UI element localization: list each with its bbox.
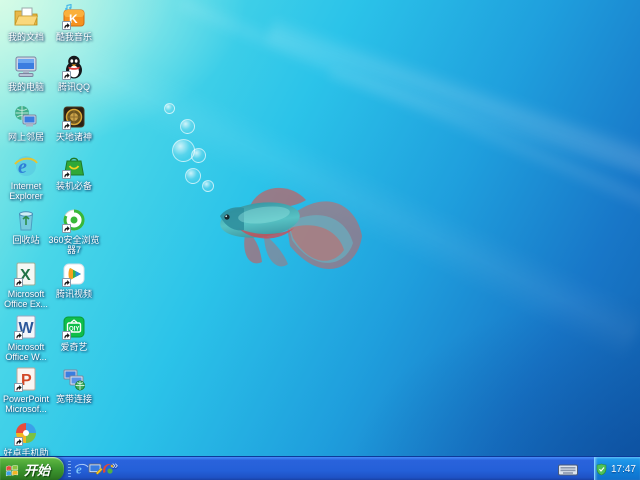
shortcut-arrow-icon <box>62 331 71 340</box>
recycle-bin-icon <box>13 207 39 233</box>
start-button[interactable]: 开始 <box>0 457 64 480</box>
icon-label: 爱奇艺 <box>60 342 88 352</box>
tiandi-zhushen-game-icon <box>61 104 87 130</box>
word-icon: W <box>13 314 39 340</box>
svg-text:e: e <box>76 462 82 477</box>
desktop-icon-360-browser[interactable]: 360安全浏览 器7 <box>48 207 100 255</box>
icon-label: 网上邻居 <box>7 132 44 142</box>
shortcut-arrow-icon <box>14 437 23 446</box>
internet-explorer-icon: e <box>13 153 39 179</box>
iqiyi-icon: QIY <box>61 314 87 340</box>
desktop-icon-zhuangji-bibei[interactable]: 装机必备 <box>48 153 100 191</box>
kuwo-music-icon: K <box>61 4 87 30</box>
zhuangji-bibei-icon <box>61 153 87 179</box>
excel-icon: X <box>13 261 39 287</box>
haozhuo-phone-assistant-icon <box>13 420 39 446</box>
shortcut-arrow-icon <box>62 71 71 80</box>
desktop-icon-my-network-places[interactable]: 网上邻居 <box>0 104 52 142</box>
shortcut-arrow-icon <box>14 383 23 392</box>
desktop-icon-my-computer[interactable]: 我的电脑 <box>0 54 52 92</box>
keyboard-icon[interactable] <box>558 463 578 480</box>
desktop-icon-iqiyi[interactable]: QIY 爱奇艺 <box>48 314 100 352</box>
taskbar: 开始 e » 17:47 <box>0 456 640 480</box>
tray-clock[interactable]: 17:47 <box>611 464 636 475</box>
icon-label: 腾讯视频 <box>55 289 92 299</box>
powerpoint-icon: P <box>13 366 39 392</box>
desktop-icon-kuwo-music[interactable]: K 酷我音乐 <box>48 4 100 42</box>
desktop-icon-broadband-connection[interactable]: 宽带连接 <box>48 366 100 404</box>
my-computer-icon <box>13 54 39 80</box>
tencent-video-icon <box>61 261 87 287</box>
desktop-icon-tencent-video[interactable]: 腾讯视频 <box>48 261 100 299</box>
desktop-icon-my-documents[interactable]: 我的文档 <box>0 4 52 42</box>
start-button-label: 开始 <box>24 462 51 478</box>
safety-tray-icon[interactable] <box>595 463 608 476</box>
shortcut-arrow-icon <box>62 21 71 30</box>
desktop-icon-excel[interactable]: X Microsoft Office Ex... <box>0 261 52 309</box>
quick-launch-handle[interactable] <box>68 461 71 477</box>
icon-label: 360安全浏览 器7 <box>48 235 100 255</box>
system-tray: 17:47 <box>594 457 640 480</box>
ie-quicklaunch-icon[interactable]: e <box>74 461 89 477</box>
shortcut-arrow-icon <box>14 278 23 287</box>
icon-label: PowerPoint Microsof... <box>2 394 50 414</box>
icon-label: 回收站 <box>12 235 40 245</box>
desktop-icon-powerpoint[interactable]: P PowerPoint Microsof... <box>0 366 52 414</box>
icon-label: 天地诸神 <box>55 132 92 142</box>
icon-label: 腾讯QQ <box>57 82 90 92</box>
my-documents-icon <box>13 4 39 30</box>
icon-label: 装机必备 <box>55 181 92 191</box>
shortcut-arrow-icon <box>14 331 23 340</box>
shortcut-arrow-icon <box>62 278 71 287</box>
shortcut-arrow-icon <box>62 224 71 233</box>
desktop-icon-tencent-qq[interactable]: 腾讯QQ <box>48 54 100 92</box>
360-secure-browser-icon <box>61 207 87 233</box>
icon-label: 酷我音乐 <box>55 32 92 42</box>
windows-logo-icon <box>6 464 18 476</box>
icon-label: 我的电脑 <box>7 82 44 92</box>
icon-label: 宽带连接 <box>55 394 92 404</box>
betta-fish-wallpaper-image <box>220 187 362 269</box>
desktop-icon-word[interactable]: W Microsoft Office W... <box>0 314 52 362</box>
desktop-screen: 我的文档 K 酷我音乐 我的电脑 腾讯QQ 网上邻居 天地诸神 e Intern… <box>0 0 640 480</box>
shortcut-arrow-icon <box>62 170 71 179</box>
tencent-qq-icon <box>61 54 87 80</box>
my-network-places-icon <box>13 104 39 130</box>
bubble <box>191 148 206 163</box>
icon-label: Microsoft Office Ex... <box>4 289 48 309</box>
broadband-connection-icon <box>61 366 87 392</box>
desktop-icon-tiandi-zhushen[interactable]: 天地诸神 <box>48 104 100 142</box>
bubble <box>180 119 195 134</box>
icon-label: Internet Explorer <box>9 181 43 201</box>
icon-label: 我的文档 <box>7 32 44 42</box>
desktop-icon-recycle-bin[interactable]: 回收站 <box>0 207 52 245</box>
desktop-icon-internet-explorer[interactable]: e Internet Explorer <box>0 153 52 201</box>
bubble <box>164 103 175 114</box>
quick-launch-overflow-chevron[interactable]: » <box>112 460 118 472</box>
icon-label: Microsoft Office W... <box>5 342 47 362</box>
shortcut-arrow-icon <box>62 121 71 130</box>
